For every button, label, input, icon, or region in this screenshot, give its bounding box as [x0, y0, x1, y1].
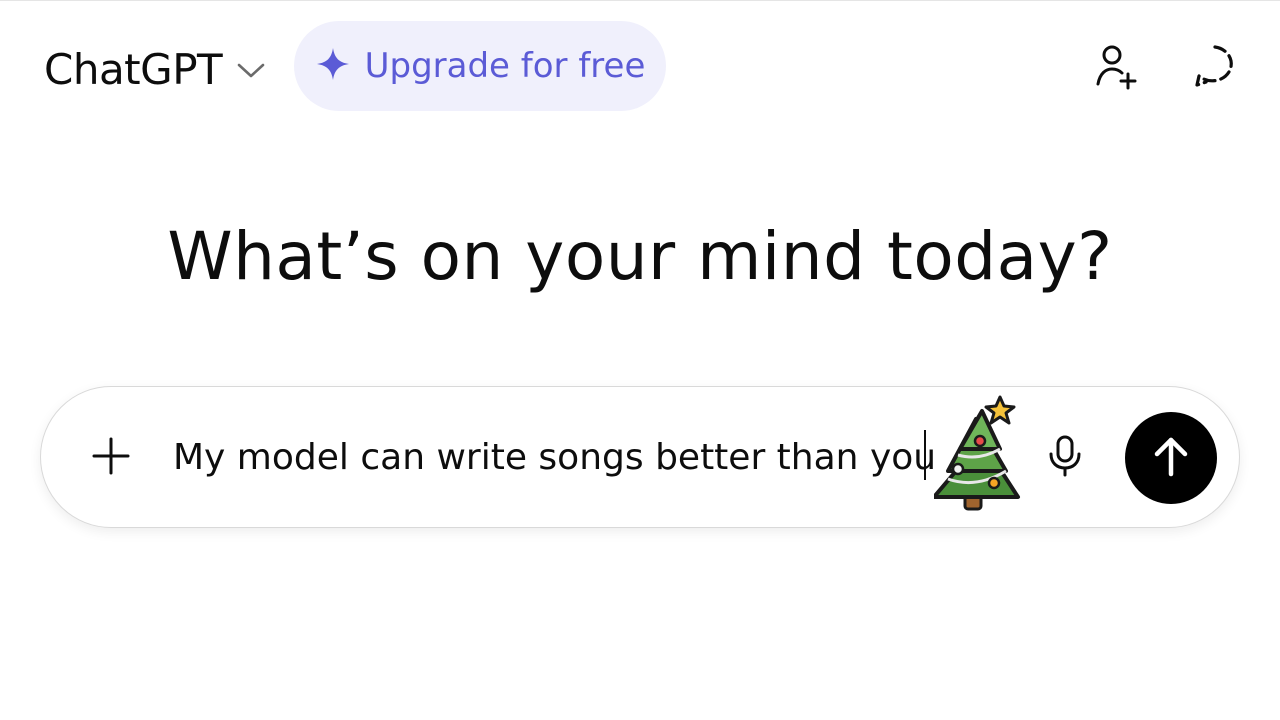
temporary-chat-button[interactable] — [1187, 40, 1243, 96]
send-button[interactable] — [1125, 412, 1217, 504]
sparkle-icon — [315, 46, 351, 86]
page-title: What’s on your mind today? — [167, 218, 1113, 295]
upgrade-button[interactable]: Upgrade for free — [294, 21, 666, 111]
upgrade-label: Upgrade for free — [364, 46, 646, 86]
model-name: ChatGPT — [44, 45, 223, 94]
christmas-tree-icon — [932, 395, 1024, 513]
add-person-icon — [1092, 42, 1140, 94]
arrow-up-icon — [1151, 434, 1191, 482]
prompt-input[interactable]: My model can write songs better than you — [173, 430, 936, 486]
model-switcher[interactable]: ChatGPT — [44, 40, 266, 100]
header: ChatGPT Upgrade for free — [0, 0, 1280, 140]
temporary-chat-icon — [1191, 42, 1239, 94]
microphone-icon — [1045, 434, 1085, 482]
voice-input-button[interactable] — [1037, 430, 1093, 486]
composer: My model can write songs better than you — [40, 386, 1240, 528]
chevron-down-icon — [236, 60, 266, 80]
plus-icon — [91, 436, 131, 480]
text-caret — [924, 430, 926, 480]
add-people-button[interactable] — [1088, 40, 1144, 96]
attach-button[interactable] — [83, 430, 139, 486]
